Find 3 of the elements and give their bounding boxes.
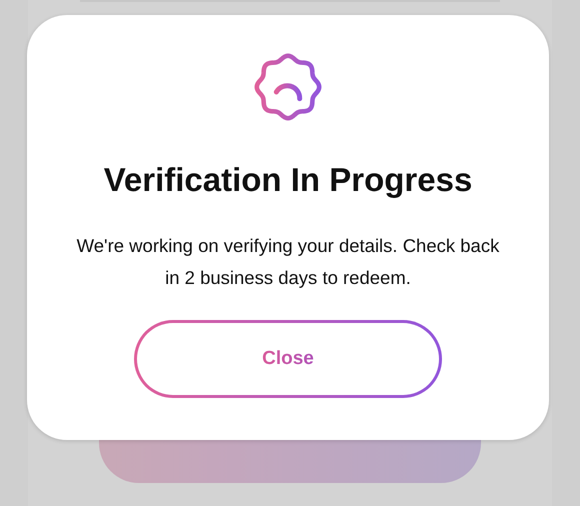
badge-progress-icon xyxy=(253,52,323,122)
dialog-title: Verification In Progress xyxy=(104,160,472,200)
dialog-message: We're working on verifying your details. Check back in 2 business days to redeem. xyxy=(76,234,500,290)
